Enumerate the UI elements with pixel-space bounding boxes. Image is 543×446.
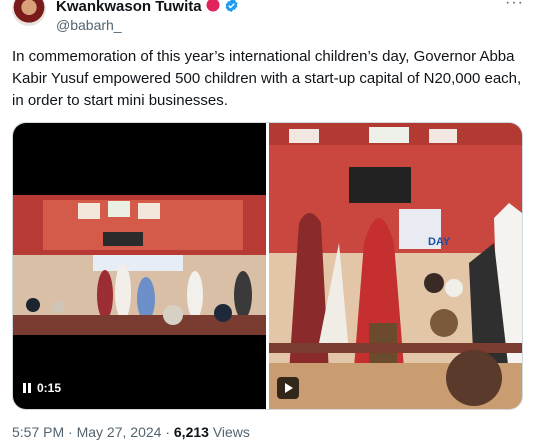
video-1-scene bbox=[13, 195, 266, 335]
tweet-meta: 5:57 PM · May 27, 2024 · 6,213 Views bbox=[12, 424, 250, 440]
video-1-frame bbox=[13, 195, 266, 335]
meta-separator: · bbox=[68, 424, 73, 440]
video-2[interactable]: DAY bbox=[269, 123, 522, 409]
red-status-badge-icon bbox=[206, 0, 220, 12]
author-name-row[interactable]: Kwankwason Tuwita bbox=[56, 0, 239, 15]
views-count: 6,213 bbox=[173, 424, 209, 440]
video-1[interactable]: 0:15 bbox=[13, 123, 266, 409]
tweet-text: In commemoration of this year’s internat… bbox=[12, 48, 522, 109]
more-options-icon[interactable]: ··· bbox=[505, 0, 524, 12]
banner-text: DAY bbox=[428, 236, 451, 248]
views-label: Views bbox=[212, 424, 250, 440]
tweet-date[interactable]: May 27, 2024 bbox=[77, 424, 162, 440]
author-name[interactable]: Kwankwason Tuwita bbox=[56, 0, 202, 15]
video-1-controls[interactable]: 0:15 bbox=[23, 381, 61, 395]
pause-icon[interactable] bbox=[23, 383, 31, 393]
tweet-time[interactable]: 5:57 PM bbox=[12, 424, 64, 440]
play-icon[interactable] bbox=[277, 377, 299, 399]
verified-badge-icon bbox=[225, 0, 238, 13]
avatar[interactable] bbox=[12, 0, 46, 26]
media-grid: 0:15 DAY bbox=[12, 122, 523, 410]
video-2-scene: DAY bbox=[269, 123, 522, 409]
video-1-time: 0:15 bbox=[37, 381, 62, 395]
author-handle[interactable]: @babarh_ bbox=[56, 17, 122, 33]
meta-separator: · bbox=[165, 424, 170, 440]
